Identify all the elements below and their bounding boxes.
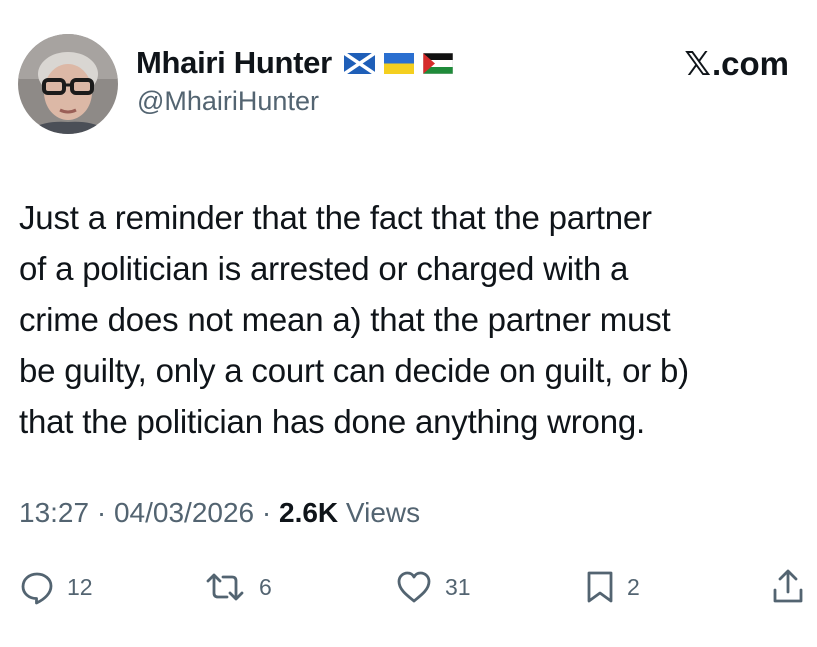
author-handle[interactable]: @MhairiHunter: [137, 86, 319, 117]
heart-icon: [397, 571, 431, 603]
palestine-flag-icon: [422, 52, 453, 74]
bookmark-count: 2: [627, 573, 640, 600]
reply-count: 12: [67, 573, 93, 600]
bookmark-button[interactable]: 2: [585, 567, 640, 607]
brand-suffix: .com: [711, 44, 789, 82]
share-button[interactable]: [771, 567, 805, 607]
like-button[interactable]: 31: [395, 567, 471, 607]
tweet-text: Just a reminder that the fact that the p…: [19, 199, 689, 440]
tweet-date[interactable]: 04/03/2026: [114, 497, 254, 528]
reply-icon: [21, 572, 53, 605]
views-label: Views: [338, 497, 421, 528]
tweet-time[interactable]: 13:27: [19, 497, 89, 528]
author-flags: [343, 52, 453, 74]
repost-button[interactable]: 6: [203, 567, 272, 607]
ukraine-flag-icon: [383, 52, 414, 74]
avatar[interactable]: [18, 34, 118, 134]
bookmark-icon: [587, 571, 613, 603]
brand-logo: 𝕏 .com: [684, 44, 789, 83]
author-name-row: Mhairi Hunter: [136, 44, 453, 82]
reply-button[interactable]: 12: [19, 567, 93, 607]
repost-count: 6: [259, 573, 272, 600]
meta-separator: ·: [89, 497, 114, 528]
scotland-flag-icon: [343, 52, 375, 74]
tweet-card: Mhairi Hunter @MhairiHunter 𝕏 .com Just …: [0, 0, 817, 647]
repost-icon: [206, 573, 244, 601]
views-count: 2.6K: [279, 497, 339, 528]
x-logo-icon: 𝕏: [684, 45, 711, 82]
tweet-meta: 13:27 · 04/03/2026 · 2.6K Views: [19, 497, 420, 529]
like-count: 31: [445, 573, 471, 600]
author-display-name[interactable]: Mhairi Hunter: [136, 45, 332, 81]
meta-separator: ·: [254, 497, 279, 528]
share-icon: [773, 569, 803, 603]
